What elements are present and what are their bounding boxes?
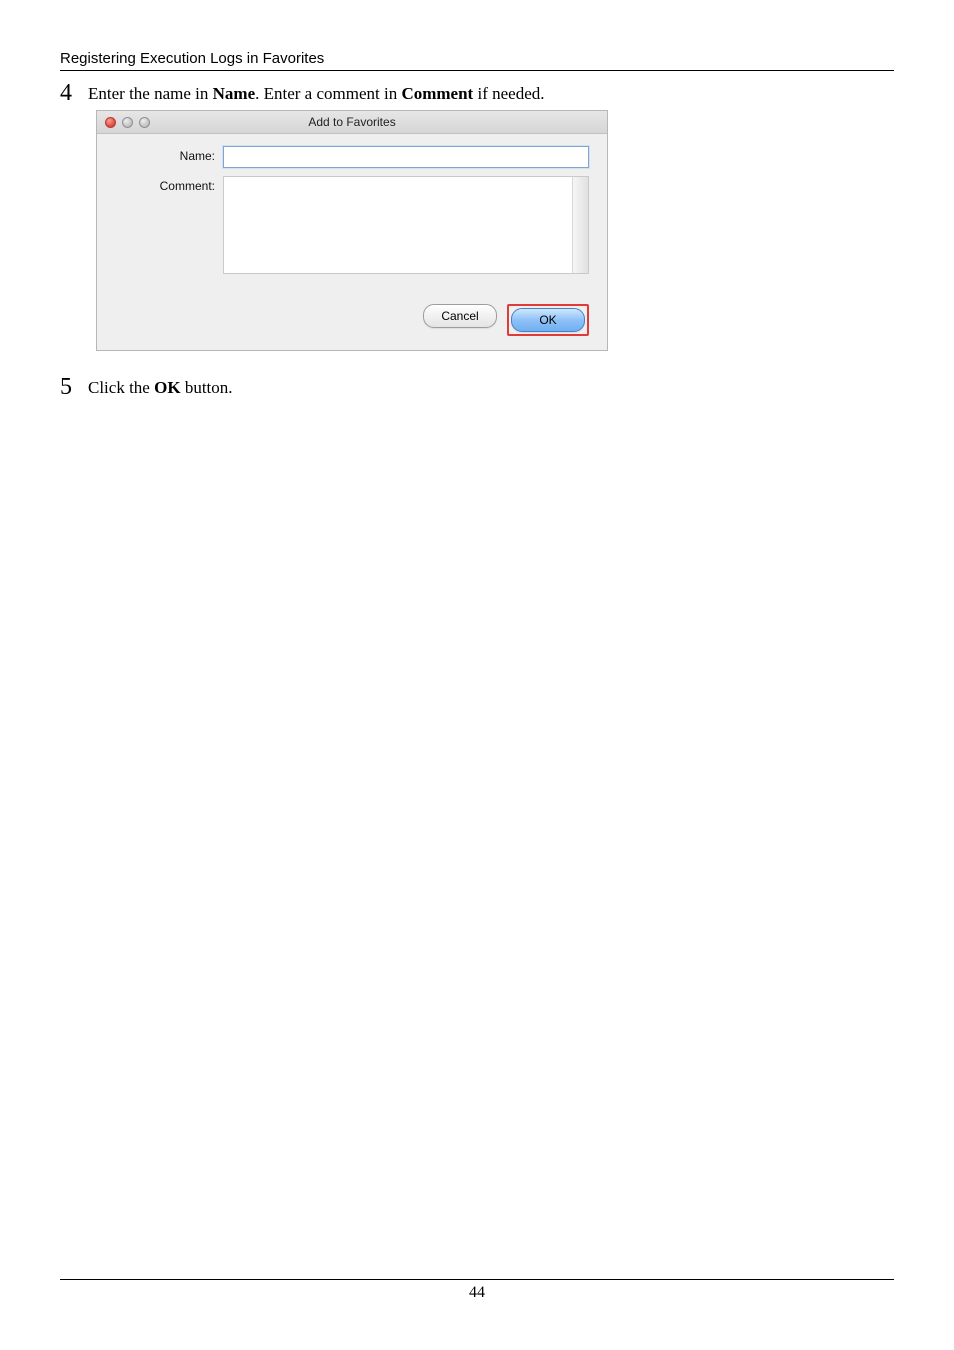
dialog-footer: Cancel OK [97,290,607,350]
step-5-suffix: button. [181,378,233,397]
minimize-icon[interactable] [122,117,133,128]
step-4-bold-comment: Comment [401,84,473,103]
section-header: Registering Execution Logs in Favorites [60,50,894,71]
step-4: 4 Enter the name in Name. Enter a commen… [60,81,894,106]
step-5-number: 5 [60,375,88,399]
row-comment: Comment: [115,176,589,274]
step-4-number: 4 [60,81,88,105]
dialog-title: Add to Favorites [97,115,607,129]
cancel-button[interactable]: Cancel [423,304,497,328]
dialog-add-to-favorites: Add to Favorites Name: Comment: Cancel O… [96,110,608,351]
step-4-suffix: if needed. [473,84,544,103]
window-controls [97,117,150,128]
step-5: 5 Click the OK button. [60,375,894,400]
step-4-prefix: Enter the name in [88,84,213,103]
comment-scrollbar[interactable] [572,176,589,274]
step-5-bold-ok: OK [154,378,180,397]
step-4-mid: . Enter a comment in [255,84,401,103]
step-5-prefix: Click the [88,378,154,397]
dialog-titlebar: Add to Favorites [97,111,607,134]
dialog-body: Name: Comment: [97,134,607,290]
name-label: Name: [115,146,223,163]
step-5-text: Click the OK button. [88,375,233,400]
ok-button[interactable]: OK [511,308,585,332]
close-icon[interactable] [105,117,116,128]
page-number: 44 [469,1284,485,1301]
comment-field[interactable] [223,176,574,274]
page: Registering Execution Logs in Favorites … [0,0,954,1350]
comment-label: Comment: [115,176,223,193]
step-4-bold-name: Name [213,84,255,103]
ok-highlight: OK [507,304,589,336]
step-4-text: Enter the name in Name. Enter a comment … [88,81,545,106]
page-footer: 44 [60,1279,894,1302]
row-name: Name: [115,146,589,168]
name-field[interactable] [223,146,589,168]
zoom-icon[interactable] [139,117,150,128]
